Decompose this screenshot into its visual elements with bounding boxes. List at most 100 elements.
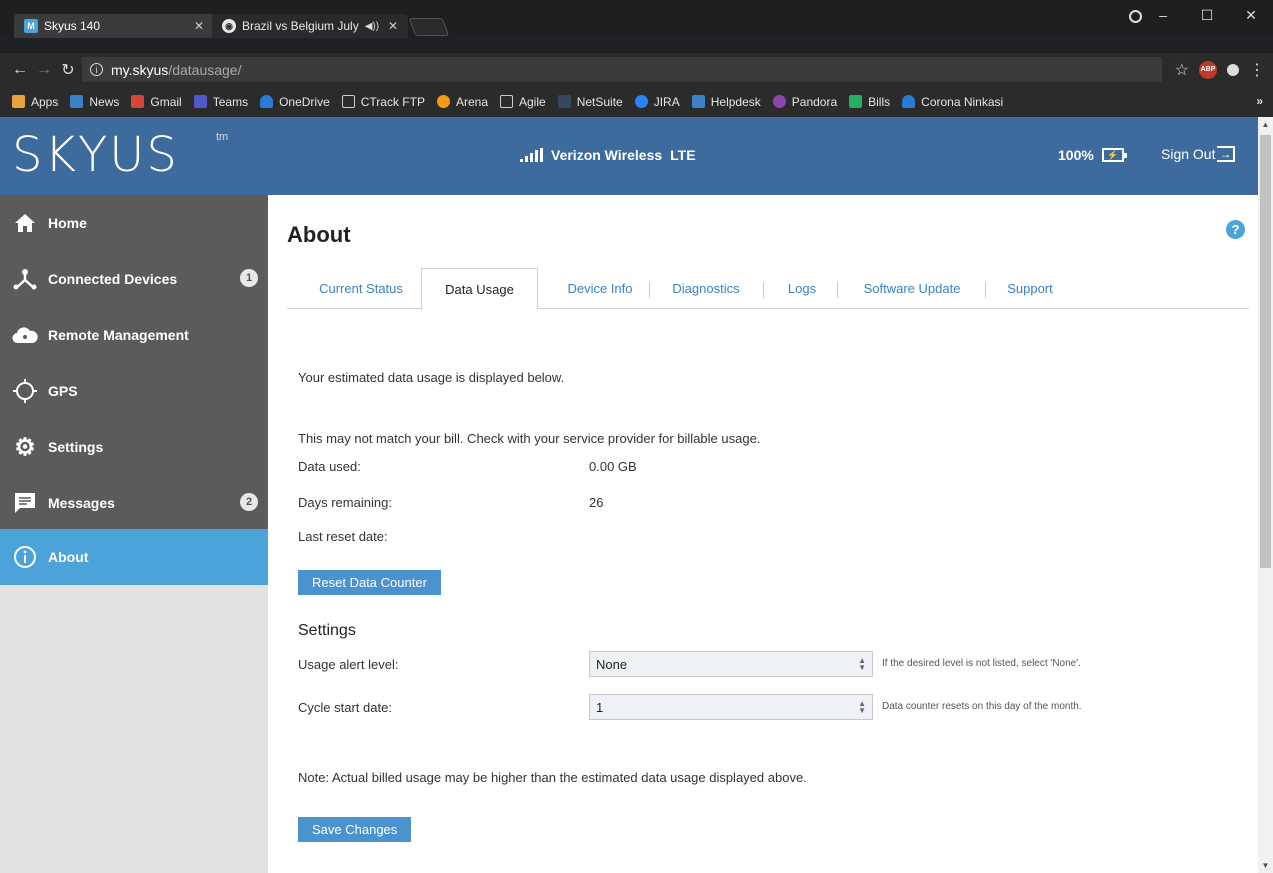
bookmark-jira[interactable]: JIRA [634,95,680,109]
bookmark-ctrack[interactable]: CTrack FTP [341,95,425,109]
select-arrows-icon: ▲ ▼ [858,699,866,715]
audio-icon[interactable]: ◀)) [365,21,379,32]
signal-icon [520,148,543,162]
close-window-icon[interactable]: ✕ [1229,0,1273,30]
bookmark-netsuite[interactable]: NetSuite [557,95,623,109]
tab-software-update[interactable]: Software Update [848,268,976,309]
bookmark-bills[interactable]: Bills [849,95,890,109]
data-used-value: 0.00 GB [589,459,637,474]
more-bookmarks-icon[interactable]: » [1256,94,1263,108]
info-icon[interactable]: i [90,63,103,76]
url-path: /datausage/ [168,61,242,78]
sidebar-item-home[interactable]: Home [0,195,268,251]
battery-status: 100% ⚡ [1058,147,1127,163]
bookmark-arena[interactable]: Arena [436,95,488,109]
sign-out-link[interactable]: Sign Out → [1161,146,1236,162]
tab-logs[interactable]: Logs [777,268,827,309]
bookmark-teams[interactable]: Teams [193,95,248,109]
data-used-label: Data used: [298,459,361,474]
back-icon[interactable]: ← [8,61,32,79]
tab-divider [985,282,986,298]
intro-text: Your estimated data usage is displayed b… [298,370,565,385]
reset-data-counter-button[interactable]: Reset Data Counter [298,570,441,595]
cycle-start-select[interactable]: 1 ▲ ▼ [589,694,873,720]
skyus-logo: SKYUS [12,127,179,183]
days-remaining-label: Days remaining: [298,495,392,510]
bookmark-news[interactable]: News [70,95,119,109]
tab-strip: M Skyus 140 ✕ ◉ Brazil vs Belgium July ◀… [0,0,1273,38]
close-tab-icon[interactable]: ✕ [194,19,204,33]
status-badge: 2 [240,493,258,511]
apps-icon [12,95,25,108]
bookmark-corona[interactable]: Corona Ninkasi [902,95,1003,109]
days-remaining-value: 26 [589,495,604,510]
onedrive-icon [902,95,916,108]
bookmark-apps[interactable]: Apps [12,95,58,109]
tab-divider [649,282,650,298]
sidebar-item-about[interactable]: About [0,529,268,585]
cycle-start-hint: Data counter resets on this day of the m… [882,701,1082,712]
sidebar-item-label: GPS [48,383,78,399]
sidebar-item-label: Home [48,215,87,231]
extension-icon[interactable] [1227,63,1239,76]
menu-icon[interactable]: ⋮ [1249,60,1265,80]
adblock-icon[interactable]: ABP [1199,60,1217,79]
cycle-start-label: Cycle start date: [298,700,392,715]
toolbar-actions: ☆ ABP ⋮ [1175,53,1265,86]
sidebar-item-remote-management[interactable]: Remote Management [0,307,268,363]
page-title: About [287,222,351,247]
sidebar-item-connected-devices[interactable]: Connected Devices 1 [0,251,268,307]
bookmark-onedrive[interactable]: OneDrive [260,95,330,109]
sign-out-icon: → [1217,146,1236,162]
tab-diagnostics[interactable]: Diagnostics [659,268,753,309]
jira-icon [634,95,648,108]
battery-charging-icon: ⚡ [1101,148,1127,162]
tab-divider [763,282,764,298]
browser-chrome: M Skyus 140 ✕ ◉ Brazil vs Belgium July ◀… [0,0,1273,117]
bookmark-gmail[interactable]: Gmail [131,95,182,109]
message-icon [12,491,38,515]
carrier-name: Verizon Wireless [551,147,663,163]
new-tab-button[interactable] [408,18,450,36]
scroll-thumb[interactable] [1260,135,1271,568]
tab-support[interactable]: Support [996,268,1064,309]
tab-device-info[interactable]: Device Info [555,268,645,309]
page-scrollbar[interactable]: ▲ ▼ [1258,117,1273,873]
reload-icon[interactable]: ↻ [56,60,80,80]
helpdesk-icon [691,95,705,108]
close-tab-icon[interactable]: ✕ [388,19,398,33]
gear-icon: ⚙ [14,433,36,461]
page-icon [500,95,513,108]
scroll-up-icon[interactable]: ▲ [1258,117,1273,132]
sidebar-item-label: Settings [48,439,104,455]
address-bar[interactable]: i my.skyus /datausage/ [82,57,1162,82]
usage-alert-label: Usage alert level: [298,657,399,672]
arena-icon [436,95,450,108]
bookmark-agile[interactable]: Agile [500,95,546,109]
devices-icon [12,267,38,291]
tab-data-usage[interactable]: Data Usage [421,268,538,310]
browser-tab-skyus[interactable]: M Skyus 140 ✕ [14,14,214,38]
bookmark-pandora[interactable]: Pandora [772,95,837,109]
usage-alert-value: None [596,656,628,672]
settings-heading: Settings [298,622,356,639]
note-text: Note: Actual billed usage may be higher … [298,770,807,785]
save-changes-button[interactable]: Save Changes [298,817,412,842]
status-badge: 1 [240,269,258,287]
browser-tab-brazil[interactable]: ◉ Brazil vs Belgium July ◀)) ✕ [212,14,408,38]
maximize-icon[interactable]: ☐ [1185,0,1229,30]
star-icon[interactable]: ☆ [1175,60,1189,80]
sidebar-item-settings[interactable]: ⚙ Settings [0,419,268,475]
sidebar-item-label: Connected Devices [48,271,178,287]
tab-title: Brazil vs Belgium July [242,19,359,33]
sidebar-item-gps[interactable]: GPS [0,363,268,419]
scroll-down-icon[interactable]: ▼ [1258,858,1273,873]
tab-current-status[interactable]: Current Status [297,268,425,309]
tab-divider [837,282,838,298]
forward-icon[interactable]: → [32,61,56,79]
usage-alert-select[interactable]: None ▲ ▼ [589,651,873,677]
bookmark-helpdesk[interactable]: Helpdesk [691,95,761,109]
minimize-icon[interactable]: – [1141,0,1185,30]
sidebar-item-messages[interactable]: Messages 2 [0,475,268,531]
sidebar-nav: Home Connected Devices 1 Remote Manageme… [0,195,268,585]
